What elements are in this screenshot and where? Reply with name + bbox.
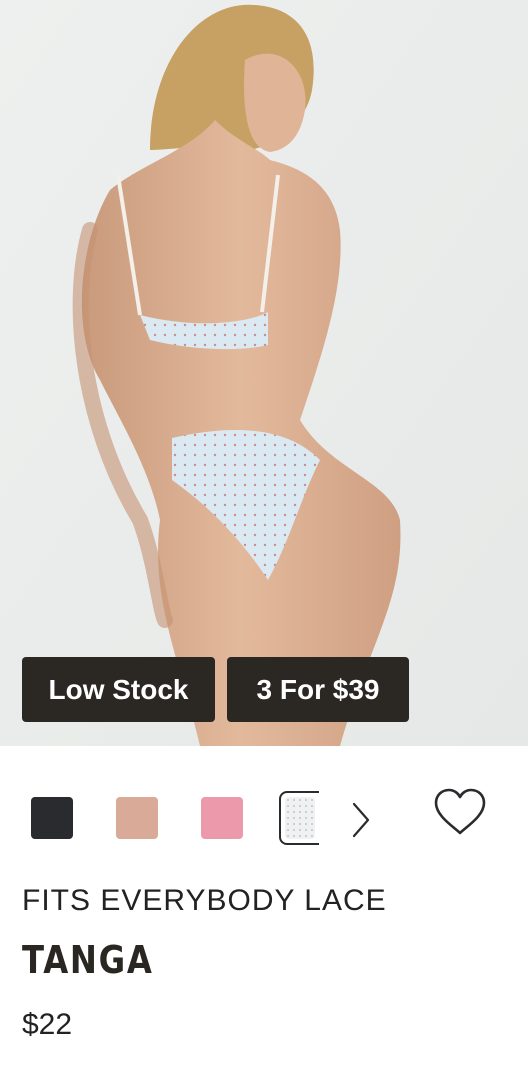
product-collection: FITS EVERYBODY LACE: [22, 884, 387, 917]
swatch-blue-dot-selected[interactable]: [279, 791, 319, 845]
chevron-right-icon[interactable]: [346, 800, 376, 840]
product-price: $22: [22, 1008, 73, 1041]
swatch-blue-dot-fill: [285, 797, 315, 839]
swatch-pink[interactable]: [201, 797, 243, 839]
swatch-nude-print[interactable]: [116, 797, 158, 839]
low-stock-badge: Low Stock: [22, 657, 215, 722]
heart-icon[interactable]: [432, 786, 488, 838]
product-name[interactable]: TANGA: [22, 938, 154, 982]
swatch-black[interactable]: [31, 797, 73, 839]
product-image[interactable]: Low Stock 3 For $39: [0, 0, 528, 746]
promo-badge: 3 For $39: [227, 657, 409, 722]
product-photo-illustration: [0, 0, 528, 746]
